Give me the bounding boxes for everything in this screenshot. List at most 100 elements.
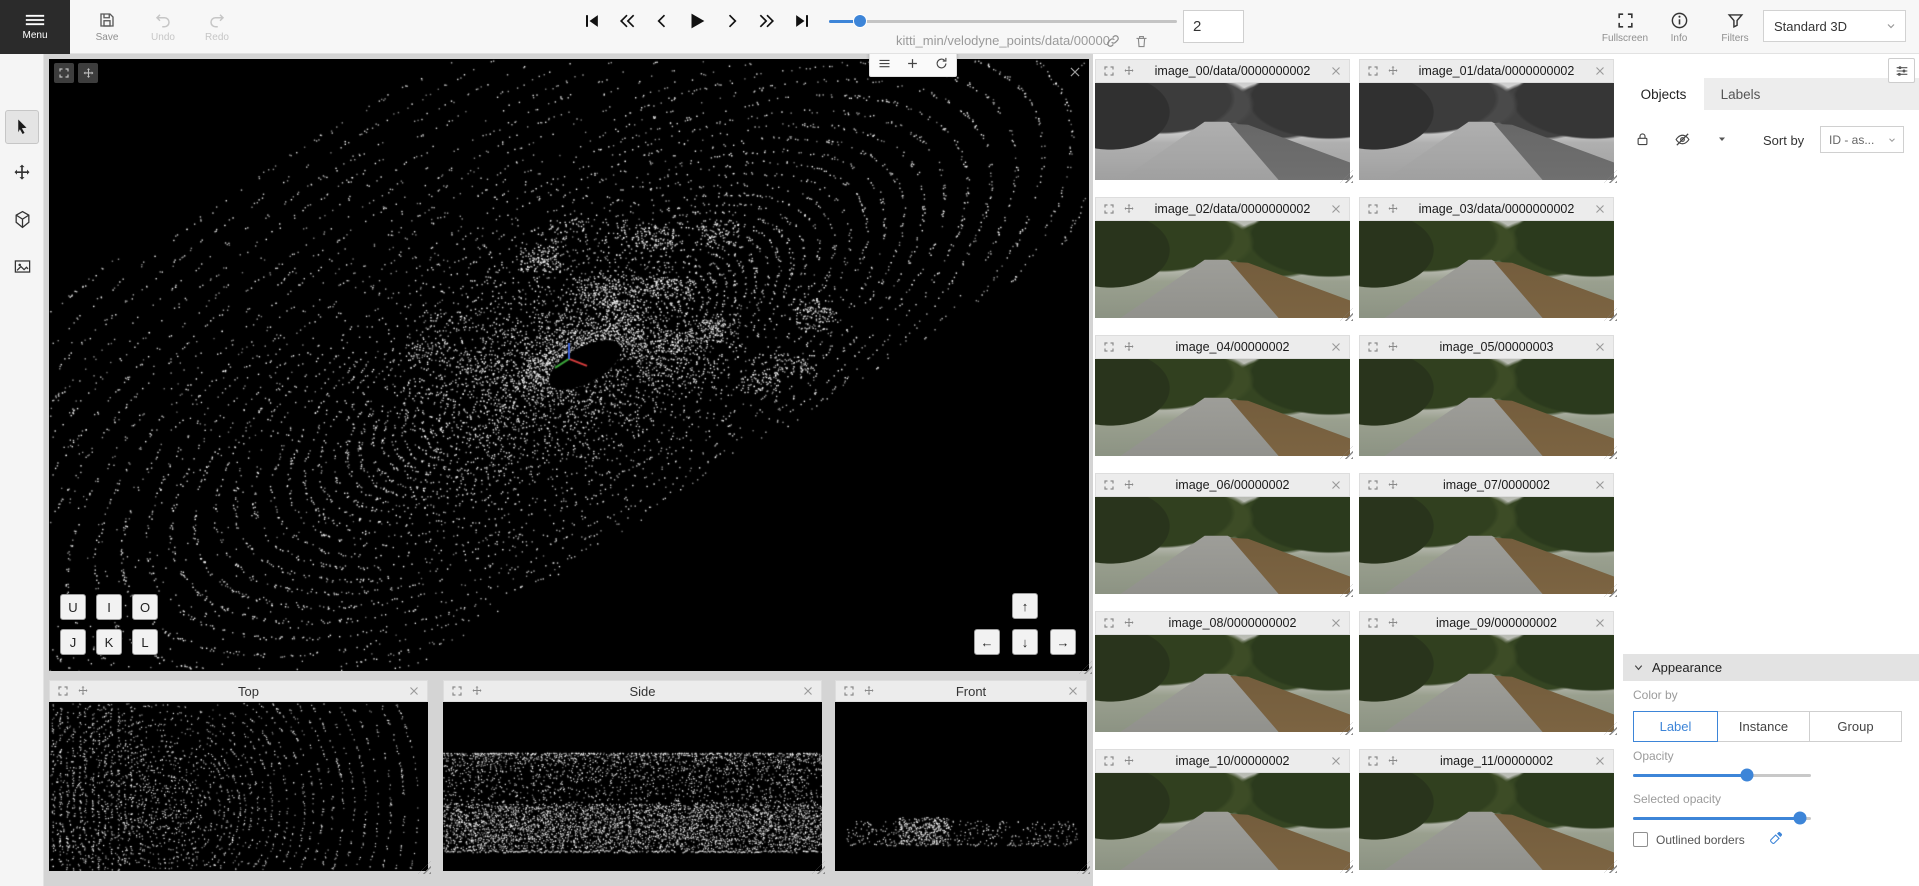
skip-to-start-button[interactable]: [580, 9, 604, 33]
close-icon[interactable]: [1592, 753, 1608, 769]
reset-rotation-button[interactable]: [930, 53, 954, 75]
timeline-slider[interactable]: [829, 15, 1177, 27]
caret-down-icon[interactable]: [1711, 128, 1733, 150]
expand-icon[interactable]: [1365, 63, 1381, 79]
move-icon[interactable]: [469, 683, 485, 699]
close-icon[interactable]: [1592, 339, 1608, 355]
fullscreen-button[interactable]: Fullscreen: [1595, 4, 1655, 50]
move-icon[interactable]: [1385, 339, 1401, 355]
point-cloud-canvas[interactable]: [49, 59, 1089, 671]
image-thumbnail[interactable]: [1095, 83, 1350, 180]
move-icon[interactable]: [1121, 477, 1137, 493]
opacity-slider[interactable]: [1633, 768, 1811, 782]
image-thumbnail[interactable]: [1359, 635, 1614, 732]
hotkey-l-button[interactable]: L: [132, 629, 158, 655]
close-icon[interactable]: [1328, 63, 1344, 79]
image-thumbnail[interactable]: [1359, 773, 1614, 870]
close-icon[interactable]: [1592, 201, 1608, 217]
close-icon[interactable]: [1328, 477, 1344, 493]
timeline-handle[interactable]: [854, 15, 866, 27]
move-icon[interactable]: [1385, 753, 1401, 769]
expand-icon[interactable]: [1101, 753, 1117, 769]
expand-icon[interactable]: [1101, 477, 1117, 493]
pan-down-button[interactable]: ↓: [1012, 629, 1038, 655]
delete-frame-button[interactable]: [1132, 32, 1150, 50]
expand-icon[interactable]: [55, 683, 71, 699]
move-view-button[interactable]: [78, 63, 98, 83]
view-mode-select[interactable]: Standard 3D: [1763, 10, 1906, 42]
close-icon[interactable]: [1592, 615, 1608, 631]
link-button[interactable]: [1104, 32, 1122, 50]
expand-icon[interactable]: [1101, 63, 1117, 79]
image-thumbnail[interactable]: [1095, 221, 1350, 318]
skip-to-end-button[interactable]: [790, 9, 814, 33]
pan-up-button[interactable]: ↑: [1012, 593, 1038, 619]
expand-icon[interactable]: [1365, 477, 1381, 493]
next-frame-button[interactable]: [720, 9, 744, 33]
image-thumbnail[interactable]: [1359, 83, 1614, 180]
close-icon[interactable]: [1065, 683, 1081, 699]
expand-icon[interactable]: [1365, 615, 1381, 631]
close-icon[interactable]: [1592, 63, 1608, 79]
image-thumbnail[interactable]: [1359, 221, 1614, 318]
fast-rewind-button[interactable]: [615, 9, 639, 33]
panel-toggle-button[interactable]: [1888, 58, 1915, 83]
close-icon[interactable]: [800, 683, 816, 699]
hotkey-j-button[interactable]: J: [60, 629, 86, 655]
tab-labels[interactable]: Labels: [1704, 78, 1777, 110]
move-icon[interactable]: [1121, 753, 1137, 769]
save-button[interactable]: Save: [82, 4, 132, 50]
previous-frame-button[interactable]: [650, 9, 674, 33]
expand-icon[interactable]: [841, 683, 857, 699]
hotkey-o-button[interactable]: O: [132, 594, 158, 620]
redo-button[interactable]: Redo: [192, 4, 242, 50]
expand-icon[interactable]: [1101, 201, 1117, 217]
select-tool-button[interactable]: [5, 110, 39, 144]
move-icon[interactable]: [861, 683, 877, 699]
sort-select[interactable]: ID - as...: [1820, 126, 1904, 153]
tab-objects[interactable]: Objects: [1623, 78, 1704, 110]
info-button[interactable]: Info: [1654, 4, 1704, 50]
front-view-canvas[interactable]: [835, 702, 1087, 871]
close-icon[interactable]: [1066, 63, 1084, 81]
top-view-canvas[interactable]: [49, 702, 428, 871]
close-icon[interactable]: [1328, 753, 1344, 769]
expand-icon[interactable]: [1101, 615, 1117, 631]
filters-button[interactable]: Filters: [1710, 4, 1760, 50]
close-icon[interactable]: [406, 683, 422, 699]
image-thumbnail[interactable]: [1095, 497, 1350, 594]
eyedropper-icon[interactable]: [1767, 829, 1785, 847]
cuboid-tool-button[interactable]: [5, 202, 39, 236]
move-icon[interactable]: [1121, 201, 1137, 217]
expand-icon[interactable]: [449, 683, 465, 699]
close-icon[interactable]: [1328, 615, 1344, 631]
move-icon[interactable]: [1121, 339, 1137, 355]
expand-view-button[interactable]: [54, 63, 74, 83]
fast-forward-button[interactable]: [755, 9, 779, 33]
timeline-track[interactable]: [829, 20, 1177, 23]
move-icon[interactable]: [1121, 63, 1137, 79]
image-tool-button[interactable]: [5, 249, 39, 283]
move-icon[interactable]: [1121, 615, 1137, 631]
color-by-instance-option[interactable]: Instance: [1717, 711, 1810, 742]
menu-button[interactable]: Menu: [0, 0, 70, 54]
hotkey-i-button[interactable]: I: [96, 594, 122, 620]
expand-icon[interactable]: [1365, 753, 1381, 769]
hotkey-u-button[interactable]: U: [60, 594, 86, 620]
frame-number-input[interactable]: [1183, 10, 1244, 43]
expand-icon[interactable]: [1365, 201, 1381, 217]
outlined-borders-checkbox[interactable]: [1633, 832, 1648, 847]
undo-button[interactable]: Undo: [138, 4, 188, 50]
close-icon[interactable]: [1328, 339, 1344, 355]
view-menu-button[interactable]: [872, 53, 896, 75]
move-icon[interactable]: [1385, 615, 1401, 631]
move-icon[interactable]: [1385, 477, 1401, 493]
pan-right-button[interactable]: →: [1050, 629, 1076, 655]
hotkey-k-button[interactable]: K: [96, 629, 122, 655]
play-button[interactable]: [685, 9, 709, 33]
lock-button[interactable]: [1631, 128, 1653, 150]
move-icon[interactable]: [1385, 63, 1401, 79]
side-view-canvas[interactable]: [443, 702, 822, 871]
image-thumbnail[interactable]: [1095, 635, 1350, 732]
hide-all-button[interactable]: [1671, 128, 1693, 150]
